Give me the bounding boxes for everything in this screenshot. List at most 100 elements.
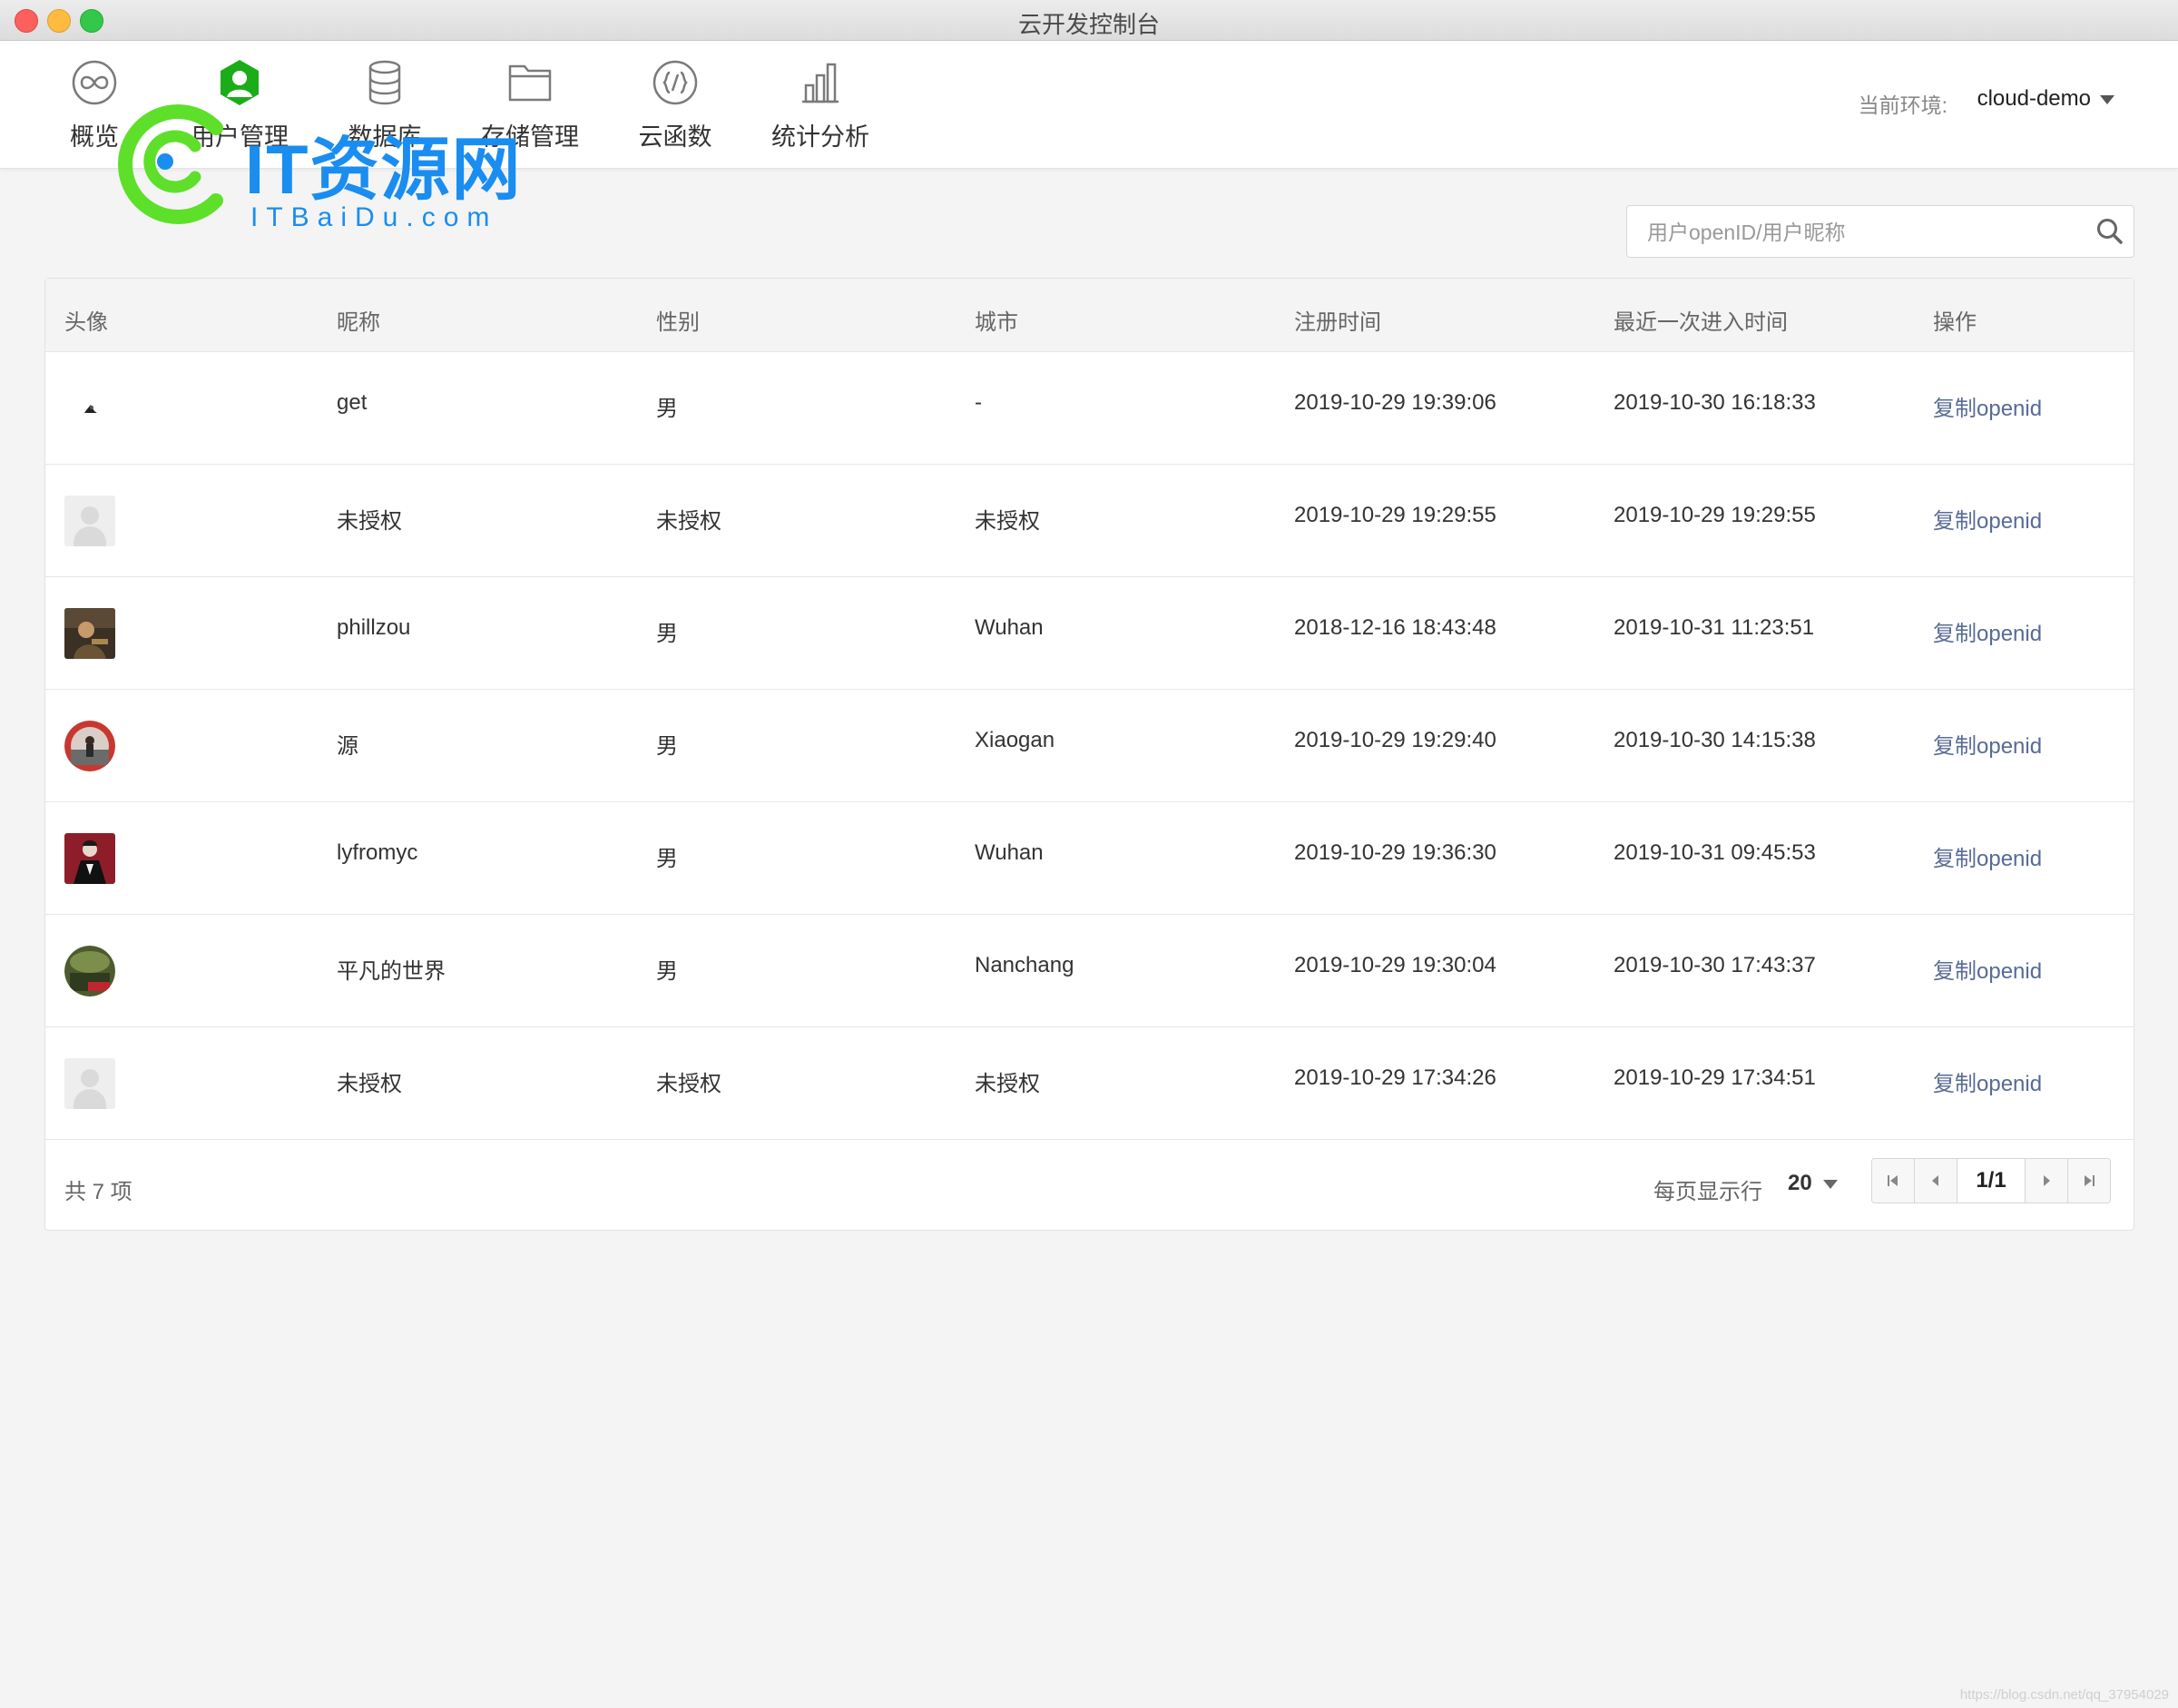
avatar: [64, 496, 115, 546]
cell-gender: 未授权: [656, 1072, 721, 1096]
cell-registered: 2018-12-16 18:43:48: [1294, 615, 1496, 640]
cell-city: 未授权: [975, 509, 1040, 534]
previous-page-button[interactable]: [1915, 1159, 1957, 1202]
table-row: 未授权 未授权 未授权 2019-10-29 19:29:55 2019-10-…: [45, 465, 2134, 577]
nav-label: 云函数: [638, 123, 712, 151]
cell-registered: 2019-10-29 17:34:26: [1294, 1065, 1496, 1090]
cell-last-visit: 2019-10-30 17:43:37: [1614, 953, 1816, 977]
table-row: 源 男 Xiaogan 2019-10-29 19:29:40 2019-10-…: [45, 690, 2134, 802]
copy-openid-link[interactable]: 复制openid: [1933, 1065, 2042, 1097]
cell-city: Xiaogan: [975, 728, 1055, 752]
table-footer: 共 7 项 每页显示行 20 1/1: [45, 1140, 2134, 1230]
source-credit: https://blog.csdn.net/qq_37954029: [1959, 1687, 2169, 1703]
nav-item-statistics[interactable]: 统计分析: [757, 57, 884, 152]
cell-last-visit: 2019-10-29 19:29:55: [1614, 503, 1816, 527]
column-header-registered: 注册时间: [1294, 310, 1381, 335]
cell-registered: 2019-10-29 19:39:06: [1294, 390, 1496, 415]
rows-per-page-select[interactable]: 20: [1788, 1171, 1838, 1196]
cell-nickname: get: [337, 390, 368, 415]
table-header: 头像 昵称 性别 城市 注册时间 最近一次进入时间 操作: [45, 279, 2134, 352]
environment-value: cloud-demo: [1977, 86, 2091, 111]
column-header-nickname: 昵称: [337, 310, 380, 335]
column-header-action: 操作: [1933, 310, 1977, 335]
column-header-city: 城市: [975, 310, 1018, 335]
last-page-icon: [2085, 1175, 2095, 1186]
chevron-down-icon: [2100, 94, 2114, 104]
table-row: phillzou 男 Wuhan 2018-12-16 18:43:48 201…: [45, 577, 2134, 690]
table-row: lyfromyc 男 Wuhan 2019-10-29 19:36:30 201…: [45, 802, 2134, 915]
window-title-bar: 云开发控制台: [0, 0, 2178, 41]
avatar: [64, 1058, 115, 1109]
next-page-button[interactable]: [2026, 1159, 2068, 1202]
cell-registered: 2019-10-29 19:36:30: [1294, 840, 1496, 865]
first-page-icon: [1888, 1175, 1898, 1186]
cell-gender: 男: [656, 847, 678, 871]
window-title: 云开发控制台: [1017, 11, 1160, 38]
watermark-signal-icon: [118, 104, 223, 224]
avatar: [64, 946, 115, 996]
column-header-avatar: 头像: [64, 310, 108, 335]
watermark-logo: IT资源网 ITBaiDu.com: [109, 104, 581, 232]
nav-label: 统计分析: [771, 123, 869, 151]
copy-openid-link[interactable]: 复制openid: [1933, 728, 2042, 760]
last-page-button[interactable]: [2068, 1159, 2110, 1202]
table-row: 未授权 未授权 未授权 2019-10-29 17:34:26 2019-10-…: [45, 1027, 2134, 1140]
copy-openid-link[interactable]: 复制openid: [1933, 953, 2042, 985]
previous-page-icon: [1932, 1175, 1938, 1186]
cell-gender: 男: [656, 622, 678, 646]
cell-city: Wuhan: [975, 840, 1044, 865]
total-count: 共 7 项: [64, 1180, 132, 1204]
copy-openid-link[interactable]: 复制openid: [1933, 503, 2042, 535]
rows-per-page-label: 每页显示行: [1653, 1180, 1762, 1204]
first-page-button[interactable]: [1872, 1159, 1915, 1202]
cell-city: Nanchang: [975, 953, 1074, 977]
cell-last-visit: 2019-10-30 14:15:38: [1614, 728, 1816, 752]
cell-nickname: 平凡的世界: [337, 959, 446, 984]
user-search-box[interactable]: [1626, 205, 2134, 259]
cell-registered: 2019-10-29 19:29:40: [1294, 728, 1496, 752]
cell-nickname: 源: [337, 734, 358, 759]
cell-nickname: 未授权: [337, 509, 402, 534]
avatar: [64, 383, 115, 434]
copy-openid-link[interactable]: 复制openid: [1933, 840, 2042, 872]
cell-last-visit: 2019-10-30 16:18:33: [1614, 390, 1816, 415]
copy-openid-link[interactable]: 复制openid: [1933, 390, 2042, 422]
cell-nickname: 未授权: [337, 1072, 402, 1096]
user-icon: [221, 60, 259, 105]
avatar: [64, 833, 115, 884]
rows-per-page-value: 20: [1788, 1171, 1812, 1195]
environment-select[interactable]: cloud-demo: [1977, 86, 2114, 112]
folder-icon: [508, 64, 552, 102]
avatar: [64, 721, 115, 771]
pagination: 1/1: [1871, 1158, 2111, 1203]
cell-city: -: [975, 390, 982, 415]
cell-gender: 男: [656, 734, 678, 759]
next-page-icon: [2044, 1175, 2050, 1186]
search-icon[interactable]: [2095, 217, 2124, 246]
avatar: [64, 608, 115, 659]
cell-last-visit: 2019-10-29 17:34:51: [1614, 1065, 1816, 1090]
cell-gender: 未授权: [656, 509, 721, 534]
chevron-down-icon: [1822, 1179, 1838, 1189]
column-header-last-visit: 最近一次进入时间: [1614, 310, 1788, 335]
cloud-function-icon: [652, 60, 698, 105]
cell-nickname: lyfromyc: [337, 840, 418, 865]
environment-label: 当前环境:: [1858, 93, 1947, 117]
cell-last-visit: 2019-10-31 09:45:53: [1614, 840, 1816, 865]
cell-registered: 2019-10-29 19:29:55: [1294, 503, 1496, 527]
cell-city: 未授权: [975, 1072, 1040, 1096]
table-row: get 男 - 2019-10-29 19:39:06 2019-10-30 1…: [45, 352, 2134, 465]
watermark-main-text: IT资源网: [245, 132, 523, 209]
table-row: 平凡的世界 男 Nanchang 2019-10-29 19:30:04 201…: [45, 915, 2134, 1027]
column-header-gender: 性别: [656, 310, 700, 335]
cell-nickname: phillzou: [337, 615, 411, 640]
copy-openid-link[interactable]: 复制openid: [1933, 615, 2042, 647]
search-input[interactable]: [1645, 206, 2085, 259]
nav-item-cloud-functions[interactable]: 云函数: [612, 57, 739, 152]
watermark-sub-text: ITBaiDu.com: [250, 202, 498, 232]
chart-icon: [802, 63, 839, 103]
cell-city: Wuhan: [975, 615, 1044, 640]
cell-registered: 2019-10-29 19:30:04: [1294, 953, 1496, 977]
cell-last-visit: 2019-10-31 11:23:51: [1614, 615, 1815, 640]
overview-icon: [72, 60, 117, 105]
